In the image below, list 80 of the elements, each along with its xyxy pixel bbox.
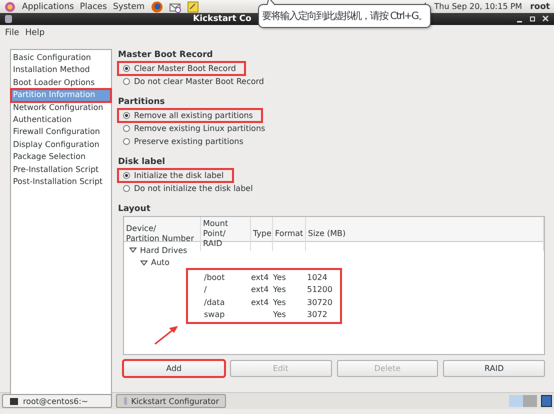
- radio-button[interactable]: [123, 138, 130, 145]
- table-cell-text: Yes: [273, 310, 287, 320]
- menu-item[interactable]: Help: [22, 28, 48, 38]
- table-cell-text: ext4: [251, 298, 270, 307]
- taskbar-item[interactable]: root@centos6:~: [2, 394, 112, 408]
- radio-option[interactable]: Clear Master Boot Record: [118, 62, 245, 75]
- taskbar-label: root@centos6:~: [23, 396, 88, 406]
- table-cell-text: 3072: [307, 310, 328, 320]
- radio-button[interactable]: [123, 78, 130, 85]
- sidebar-item[interactable]: Boot Loader Options: [11, 76, 111, 90]
- radio-button[interactable]: [123, 112, 130, 119]
- app-icon: [123, 396, 128, 406]
- action-button[interactable]: RAID: [443, 360, 545, 377]
- maximize-icon[interactable]: [528, 14, 537, 24]
- panel-menu[interactable]: Places: [80, 2, 107, 12]
- panel-menu[interactable]: System: [112, 2, 145, 12]
- table-cell-text: Yes: [273, 298, 287, 307]
- radio-label: Do not initialize the disk label: [134, 184, 253, 193]
- table-cell-text: 30720: [307, 298, 334, 307]
- column-header[interactable]: Format: [273, 217, 306, 251]
- note-icon[interactable]: [186, 0, 199, 12]
- window-title: Kickstart Co: [193, 14, 252, 24]
- sidebar-item[interactable]: Display Configuration: [11, 138, 111, 152]
- sidebar-item[interactable]: Pre-Installation Script: [11, 164, 111, 176]
- table-cell-text: ext4: [251, 272, 270, 282]
- radio-option[interactable]: Remove existing Linux partitions: [118, 122, 270, 135]
- radio-label: Preserve existing partitions: [134, 137, 244, 146]
- radio-label: Initialize the disk label: [134, 171, 224, 180]
- radio-button[interactable]: [123, 65, 130, 72]
- sidebar-item[interactable]: Basic Configuration: [11, 52, 111, 64]
- expanded-arrow-icon[interactable]: [140, 258, 148, 267]
- taskbar-item[interactable]: Kickstart Configurator: [116, 394, 226, 408]
- expanded-arrow-icon[interactable]: [129, 246, 137, 254]
- radio-option[interactable]: Do not clear Master Boot Record: [118, 75, 269, 88]
- sidebar-item[interactable]: Authentication: [11, 114, 111, 126]
- taskbar-label: Kickstart Configurator: [131, 396, 219, 406]
- app-icon[interactable]: [4, 14, 13, 24]
- radio-label: Clear Master Boot Record: [134, 64, 236, 73]
- sidebar-item[interactable]: Post-Installation Script: [11, 176, 111, 188]
- radio-option[interactable]: Remove all existing partitions: [118, 109, 262, 122]
- menu-item[interactable]: File: [2, 28, 22, 38]
- trash-icon[interactable]: [541, 395, 552, 407]
- radio-label: Do not clear Master Boot Record: [134, 77, 264, 86]
- table-cell-text: 1024: [307, 272, 328, 282]
- table-cell-text: /data: [204, 298, 226, 307]
- terminal-icon: [9, 396, 19, 406]
- section-heading: Partitions: [118, 97, 166, 107]
- column-header[interactable]: Type: [251, 217, 273, 251]
- table-cell-text: /: [204, 285, 208, 294]
- radio-label: Remove all existing partitions: [134, 111, 253, 120]
- radio-label: Remove existing Linux partitions: [134, 124, 266, 133]
- workspace-switcher[interactable]: [509, 395, 537, 407]
- sidebar-item[interactable]: Firewall Configuration: [11, 126, 111, 139]
- table-cell-text: /boot: [204, 272, 226, 282]
- mail-icon[interactable]: [168, 0, 181, 12]
- tree-node[interactable]: Auto: [151, 258, 170, 268]
- sidebar-item[interactable]: Installation Method: [11, 64, 111, 77]
- table-cell-text: swap: [204, 310, 226, 320]
- column-header[interactable]: Mount Point/ RAID: [201, 217, 251, 251]
- table-cell-text: Yes: [273, 285, 287, 294]
- radio-button[interactable]: [123, 125, 130, 132]
- table-cell-text: 51200: [307, 285, 334, 294]
- user-name[interactable]: root: [530, 2, 550, 12]
- section-heading: Layout: [118, 204, 152, 214]
- radio-option[interactable]: Initialize the disk label: [118, 169, 233, 182]
- column-header[interactable]: Size (MB): [306, 217, 544, 251]
- close-icon[interactable]: [541, 14, 550, 24]
- radio-button[interactable]: [123, 185, 130, 192]
- section-heading: Disk label: [118, 157, 166, 167]
- table-cell-text: Yes: [273, 272, 287, 282]
- radio-button[interactable]: [123, 172, 130, 179]
- table-cell-text: ext4: [251, 285, 270, 294]
- clock[interactable]: Thu Sep 20, 10:15 PM: [434, 2, 522, 11]
- sidebar-item[interactable]: Package Selection: [11, 151, 111, 164]
- radio-option[interactable]: Do not initialize the disk label: [118, 182, 258, 195]
- panel-menu[interactable]: Applications: [22, 2, 74, 12]
- action-button[interactable]: Add: [123, 360, 225, 377]
- section-heading: Master Boot Record: [118, 50, 214, 60]
- radio-option[interactable]: Preserve existing partitions: [118, 135, 248, 148]
- sidebar-item[interactable]: Network Configuration: [11, 102, 111, 114]
